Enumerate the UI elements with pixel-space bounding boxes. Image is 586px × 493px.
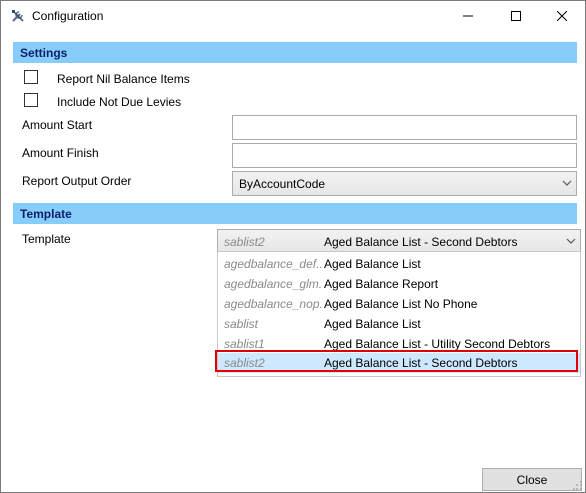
minimize-icon xyxy=(463,15,473,17)
template-option[interactable]: agedbalance_glm... Aged Balance Report xyxy=(218,274,580,294)
window-title: Configuration xyxy=(32,9,104,23)
report-output-order-label: Report Output Order xyxy=(22,174,132,188)
resize-grip-icon[interactable] xyxy=(573,481,583,491)
tools-icon xyxy=(12,10,24,22)
template-option-code: agedbalance_def... xyxy=(224,257,321,271)
title-bar[interactable]: Configuration xyxy=(1,1,585,32)
close-icon xyxy=(557,11,567,21)
template-option-code: sablist xyxy=(224,317,259,331)
amount-finish-label: Amount Finish xyxy=(22,146,99,160)
settings-section-header: Settings xyxy=(13,42,577,63)
close-window-button[interactable] xyxy=(539,1,585,31)
template-selected-name: Aged Balance List - Second Debtors xyxy=(324,235,518,249)
template-option-code: agedbalance_glm... xyxy=(224,277,321,291)
report-nil-balance-label: Report Nil Balance Items xyxy=(57,72,190,86)
template-option-name: Aged Balance List No Phone xyxy=(324,297,478,311)
template-option[interactable]: sablist Aged Balance List xyxy=(218,314,580,334)
report-nil-balance-checkbox[interactable] xyxy=(24,70,38,84)
template-section-header: Template xyxy=(13,203,577,224)
template-option-code: agedbalance_nop... xyxy=(224,297,321,311)
selection-highlight-box xyxy=(215,350,578,372)
template-option[interactable]: agedbalance_def... Aged Balance List xyxy=(218,254,580,274)
minimize-button[interactable] xyxy=(445,1,491,31)
include-not-due-checkbox[interactable] xyxy=(24,93,38,107)
settings-header-label: Settings xyxy=(20,46,68,60)
chevron-down-icon xyxy=(566,238,576,244)
amount-start-input[interactable] xyxy=(232,115,577,140)
report-output-order-select[interactable]: ByAccountCode xyxy=(232,171,577,196)
amount-finish-input[interactable] xyxy=(232,143,577,168)
chevron-down-icon xyxy=(562,180,572,186)
template-label: Template xyxy=(22,232,71,246)
amount-start-label: Amount Start xyxy=(22,118,93,132)
template-header-label: Template xyxy=(20,207,72,221)
report-output-order-value: ByAccountCode xyxy=(239,177,326,191)
configuration-window: Configuration Settings Report Nil Balanc… xyxy=(0,0,586,493)
template-selected-code: sablist2 xyxy=(224,235,265,249)
close-button[interactable]: Close xyxy=(482,468,582,491)
template-option-code: sablist1 xyxy=(224,337,265,351)
template-option[interactable]: agedbalance_nop... Aged Balance List No … xyxy=(218,294,580,314)
template-option-name: Aged Balance Report xyxy=(324,277,439,291)
template-option-name: Aged Balance List xyxy=(324,257,421,271)
template-select[interactable]: sablist2 Aged Balance List - Second Debt… xyxy=(217,229,581,253)
maximize-button[interactable] xyxy=(493,1,539,31)
template-option-name: Aged Balance List - Utility Second Debto… xyxy=(324,337,551,351)
template-option-name: Aged Balance List xyxy=(324,317,421,331)
maximize-icon xyxy=(511,11,521,21)
include-not-due-label: Include Not Due Levies xyxy=(57,95,182,109)
